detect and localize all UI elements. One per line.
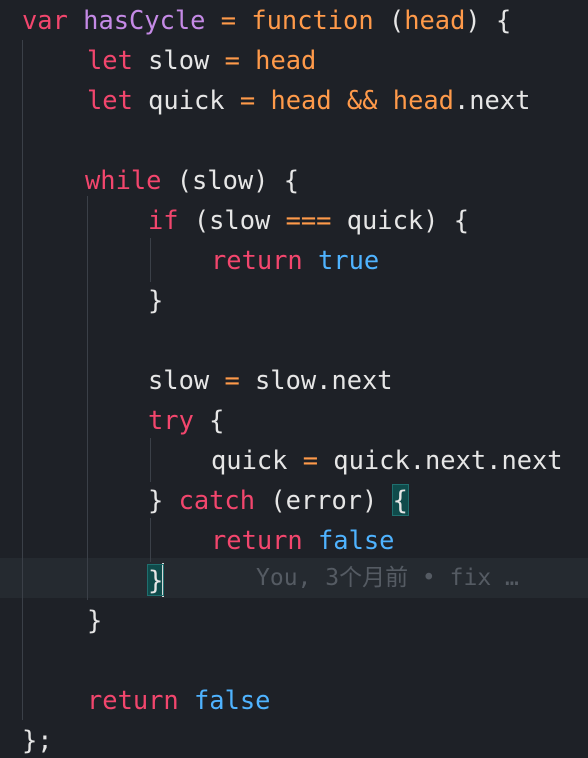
code-token: let <box>87 45 133 75</box>
code-token: try <box>148 405 194 435</box>
indent-guide <box>22 40 23 720</box>
code-token: var <box>22 5 68 35</box>
code-token: head <box>270 85 332 115</box>
code-token: (error) <box>255 485 393 515</box>
code-token: slow.next <box>239 365 393 395</box>
code-token: while <box>85 165 162 195</box>
code-line[interactable]: if (slow === quick) { <box>148 200 469 240</box>
code-token: return <box>211 525 303 555</box>
code-token: return <box>211 245 303 275</box>
matched-bracket: } <box>146 564 165 596</box>
code-token: quick <box>211 445 303 475</box>
code-token: function <box>251 5 374 35</box>
text-cursor <box>162 563 165 597</box>
code-line[interactable]: } <box>146 560 165 600</box>
code-token: quick) { <box>331 205 470 235</box>
code-token: let <box>87 85 133 115</box>
code-line[interactable]: return false <box>87 680 270 720</box>
code-token: true <box>318 245 380 275</box>
code-token: return <box>87 685 179 715</box>
indent-guide <box>87 196 88 600</box>
code-token: { <box>193 405 225 435</box>
git-blame-annotation: You, 3个月前 • fix … <box>256 565 519 591</box>
code-token: head <box>392 85 454 115</box>
code-token: = <box>224 365 240 395</box>
code-token: = <box>239 85 256 115</box>
code-token: (slow) { <box>161 165 300 195</box>
code-line[interactable]: } <box>148 280 163 320</box>
code-token: catch <box>178 485 256 515</box>
code-token: } <box>87 605 103 635</box>
indent-guide <box>150 438 151 482</box>
code-line[interactable]: }; <box>22 720 53 758</box>
code-line[interactable]: slow = slow.next <box>148 360 393 400</box>
code-token: false <box>194 685 271 715</box>
code-token: head <box>404 5 466 35</box>
code-editor[interactable]: var hasCycle = function (head) {let slow… <box>0 0 588 758</box>
code-token: }; <box>22 725 53 755</box>
code-line[interactable]: return true <box>211 240 379 280</box>
code-line[interactable]: while (slow) { <box>85 160 299 200</box>
code-token: slow <box>132 45 225 75</box>
code-line[interactable]: quick = quick.next.next <box>211 440 563 480</box>
code-line[interactable]: try { <box>148 400 224 440</box>
indent-guide <box>150 238 151 282</box>
code-token: false <box>318 525 395 555</box>
code-line[interactable]: return false <box>211 520 394 560</box>
code-token: ( <box>373 5 405 35</box>
code-token: } <box>148 285 164 315</box>
code-token: === <box>285 205 332 235</box>
code-token: } <box>148 485 179 515</box>
code-line[interactable]: } catch (error) { <box>148 480 409 520</box>
code-token: head <box>255 45 317 75</box>
matched-bracket: { <box>391 484 409 516</box>
code-token: hasCycle <box>83 5 206 35</box>
code-line[interactable]: var hasCycle = function (head) { <box>22 0 511 40</box>
code-token: slow <box>148 365 225 395</box>
code-token: && <box>346 85 378 115</box>
code-token: ) { <box>465 5 512 35</box>
code-token: quick <box>132 85 240 115</box>
code-token: .next <box>453 85 531 115</box>
code-token: = <box>302 445 319 475</box>
code-token: = <box>220 5 237 35</box>
code-token: quick.next.next <box>318 445 563 475</box>
code-line[interactable]: let quick = head && head.next <box>87 80 530 120</box>
indent-guide <box>150 518 151 562</box>
code-line[interactable]: let slow = head <box>87 40 316 80</box>
code-line[interactable]: } <box>87 600 102 640</box>
code-token: = <box>224 45 240 75</box>
code-token: (slow <box>178 205 286 235</box>
code-token: if <box>148 205 179 235</box>
